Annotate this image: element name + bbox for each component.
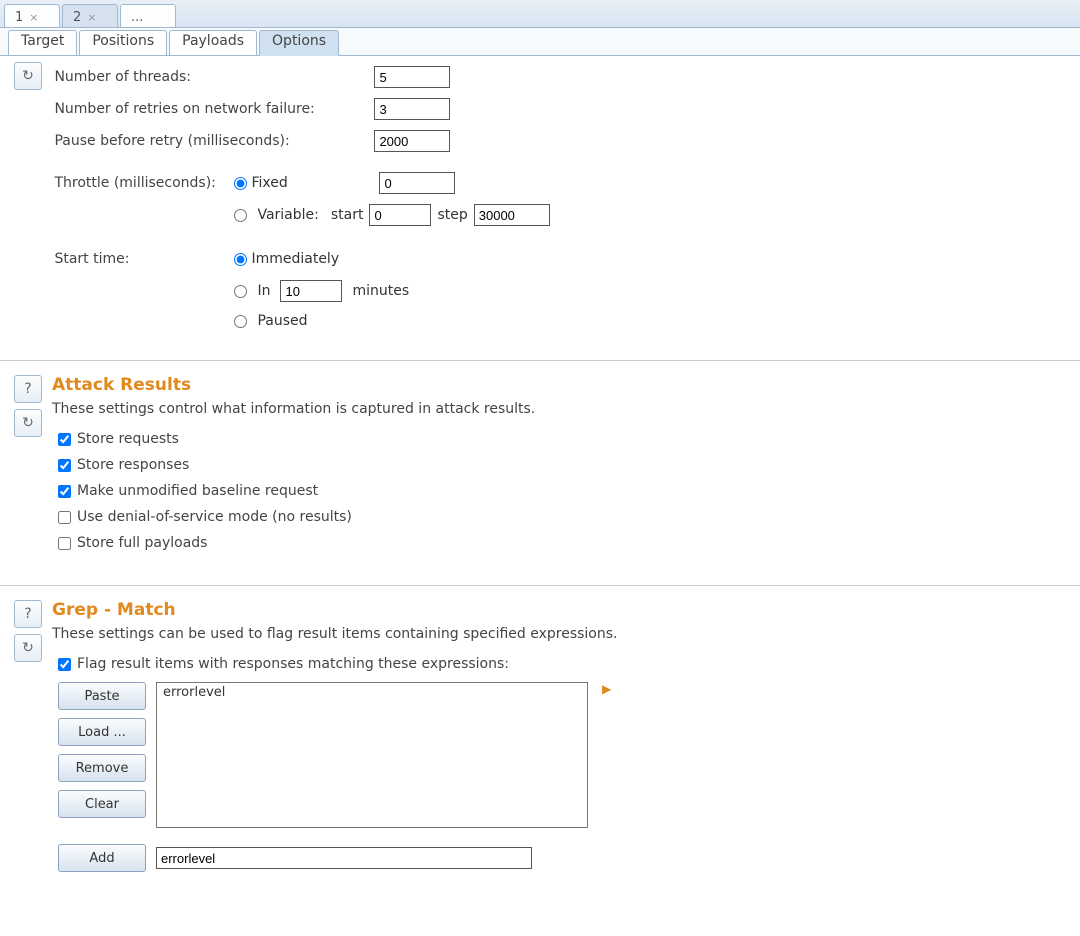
store-responses-label: Store responses: [77, 457, 189, 473]
add-expression-input[interactable]: [156, 847, 532, 869]
attack-results-desc: These settings control what information …: [52, 401, 1080, 417]
minutes-label: minutes: [352, 283, 409, 299]
tab-target[interactable]: Target: [8, 30, 77, 56]
threads-input[interactable]: [374, 66, 450, 88]
fixed-label: Fixed: [251, 175, 379, 191]
list-item[interactable]: errorlevel: [157, 683, 587, 702]
variable-start-input[interactable]: [369, 204, 431, 226]
throttle-fixed-input[interactable]: [379, 172, 455, 194]
start-paused-radio[interactable]: [234, 315, 247, 328]
immediately-label: Immediately: [251, 251, 339, 267]
expand-icon[interactable]: ▶: [602, 682, 611, 696]
tab-positions[interactable]: Positions: [79, 30, 167, 56]
tab-label: 1: [15, 10, 23, 25]
close-icon[interactable]: ×: [87, 11, 96, 24]
help-icon[interactable]: ?: [14, 600, 42, 628]
refresh-icon[interactable]: ↻: [14, 409, 42, 437]
add-button[interactable]: Add: [58, 844, 146, 872]
paused-label: Paused: [257, 313, 307, 329]
clear-button[interactable]: Clear: [58, 790, 146, 818]
dos-mode-label: Use denial-of-service mode (no results): [77, 509, 352, 525]
threads-label: Number of threads:: [54, 69, 374, 85]
grep-match-title: Grep - Match: [52, 600, 1080, 620]
store-payloads-label: Store full payloads: [77, 535, 207, 551]
tab-label: ...: [131, 10, 143, 25]
baseline-request-checkbox[interactable]: [58, 485, 71, 498]
store-payloads-checkbox[interactable]: [58, 537, 71, 550]
intruder-tabs: Target Positions Payloads Options: [0, 28, 1080, 56]
session-tab-new[interactable]: ...: [120, 4, 176, 27]
session-tab-2[interactable]: 2×: [62, 4, 118, 27]
grep-match-desc: These settings can be used to flag resul…: [52, 626, 1080, 642]
grep-expressions-list[interactable]: errorlevel: [156, 682, 588, 828]
retries-label: Number of retries on network failure:: [54, 101, 374, 117]
session-tab-1[interactable]: 1×: [4, 4, 60, 27]
start-in-radio[interactable]: [234, 285, 247, 298]
attack-results-title: Attack Results: [52, 375, 1080, 395]
start-label: start: [331, 207, 364, 223]
flag-items-checkbox[interactable]: [58, 658, 71, 671]
refresh-icon[interactable]: ↻: [14, 62, 42, 90]
throttle-label: Throttle (milliseconds):: [54, 175, 234, 191]
request-engine-form: Number of threads: Number of retries on …: [46, 62, 1054, 336]
remove-button[interactable]: Remove: [58, 754, 146, 782]
throttle-variable-radio[interactable]: [234, 209, 247, 222]
options-panel: ↻ Number of threads: Number of retries o…: [0, 56, 1080, 892]
store-requests-checkbox[interactable]: [58, 433, 71, 446]
retries-input[interactable]: [374, 98, 450, 120]
store-requests-label: Store requests: [77, 431, 179, 447]
starttime-label: Start time:: [54, 251, 234, 267]
tab-options[interactable]: Options: [259, 30, 339, 56]
load-button[interactable]: Load ...: [58, 718, 146, 746]
paste-button[interactable]: Paste: [58, 682, 146, 710]
in-label: In: [257, 283, 270, 299]
tab-label: 2: [73, 10, 81, 25]
start-immediately-radio[interactable]: [234, 253, 247, 266]
variable-step-input[interactable]: [474, 204, 550, 226]
step-label: step: [437, 207, 467, 223]
close-icon[interactable]: ×: [29, 11, 38, 24]
session-tabs: 1× 2× ...: [0, 0, 1080, 28]
throttle-fixed-radio[interactable]: [234, 177, 247, 190]
tab-payloads[interactable]: Payloads: [169, 30, 257, 56]
refresh-icon[interactable]: ↻: [14, 634, 42, 662]
pause-input[interactable]: [374, 130, 450, 152]
help-icon[interactable]: ?: [14, 375, 42, 403]
dos-mode-checkbox[interactable]: [58, 511, 71, 524]
flag-items-label: Flag result items with responses matchin…: [77, 656, 509, 672]
pause-label: Pause before retry (milliseconds):: [54, 133, 374, 149]
store-responses-checkbox[interactable]: [58, 459, 71, 472]
baseline-request-label: Make unmodified baseline request: [77, 483, 318, 499]
variable-label: Variable:: [257, 207, 318, 223]
start-in-input[interactable]: [280, 280, 342, 302]
